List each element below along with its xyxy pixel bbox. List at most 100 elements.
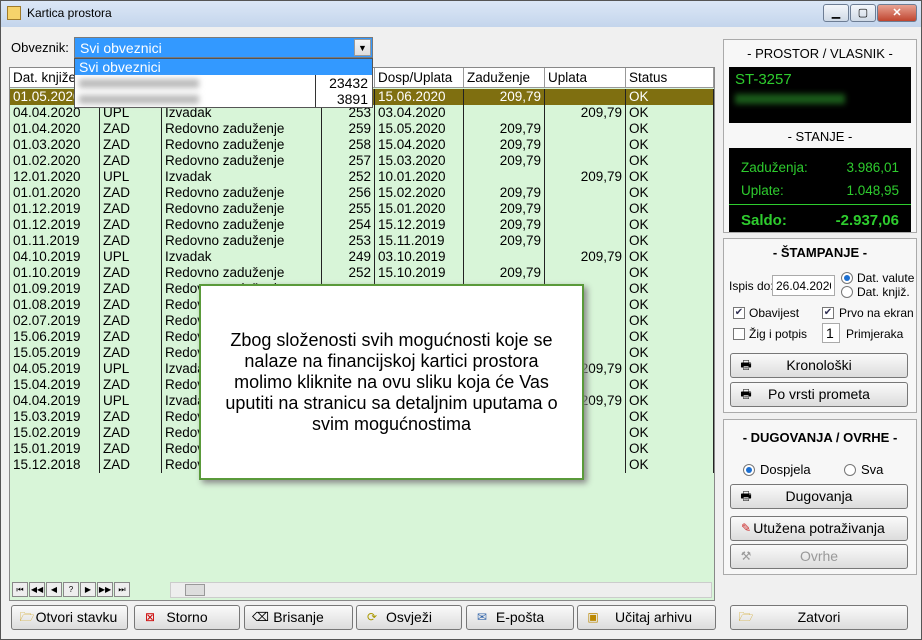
ovrhe-button[interactable]: ⚒ Ovrhe <box>730 544 908 569</box>
table-cell: OK <box>626 121 714 137</box>
table-cell: OK <box>626 393 714 409</box>
table-cell: 01.08.2019 <box>10 297 100 313</box>
table-cell: 255 <box>322 201 375 217</box>
table-cell: 15.03.2019 <box>10 409 100 425</box>
nav-button[interactable]: ◀ <box>46 582 62 597</box>
table-cell <box>545 185 626 201</box>
table-row[interactable]: 04.10.2019 UPL Izvadak 249 03.10.2019 209,79 O… <box>10 249 714 265</box>
copies-stepper[interactable] <box>822 323 840 343</box>
table-cell <box>545 137 626 153</box>
table-cell: 209,79 <box>464 185 545 201</box>
sva-label: Sva <box>861 462 884 477</box>
table-cell: OK <box>626 441 714 457</box>
nav-button[interactable]: ▶ <box>80 582 96 597</box>
dugovanja-button[interactable]: 🖶 Dugovanja <box>730 484 908 509</box>
table-cell <box>545 89 626 105</box>
po-vrsti-prometa-button[interactable]: 🖶 Po vrsti prometa <box>730 382 908 407</box>
dugovanja-panel: - DUGOVANJA / OVRHE - Dospjela Sva 🖶 Dugo… <box>723 419 917 575</box>
table-cell: OK <box>626 425 714 441</box>
zatvori-button[interactable]: 🗁 Zatvori <box>730 605 908 630</box>
table-cell: ZAD <box>100 201 162 217</box>
horizontal-scrollbar[interactable] <box>170 582 712 598</box>
maximize-button[interactable]: ▢ <box>850 4 876 22</box>
cancel-icon: ⊠ <box>144 610 156 624</box>
obveznik-value: Svi obveznici <box>80 40 162 56</box>
e-posta-button[interactable]: ✉ E-pošta <box>466 605 574 630</box>
dospjela-radio[interactable] <box>743 464 755 476</box>
table-cell: Redovno zaduženje <box>162 185 322 201</box>
table-cell: ZAD <box>100 233 162 249</box>
ispis-date-input[interactable] <box>772 275 835 296</box>
nav-button[interactable]: ⏮ <box>12 582 28 597</box>
uplate-label: Uplate: <box>741 183 784 198</box>
osvjezi-button[interactable]: ⟳ Osvježi <box>356 605 462 630</box>
nav-button[interactable]: ⏭ <box>114 582 130 597</box>
nav-button[interactable]: ▶▶ <box>97 582 113 597</box>
close-button[interactable]: ✕ <box>877 4 917 22</box>
table-row[interactable]: 01.11.2019 ZAD Redovno zaduženje 253 15.11.2… <box>10 233 714 249</box>
table-cell: 15.10.2019 <box>375 265 464 281</box>
table-cell: 254 <box>322 217 375 233</box>
ucitaj-arhivu-button[interactable]: ▣ Učitaj arhivu <box>577 605 716 630</box>
brisanje-button[interactable]: ⌫ Brisanje <box>244 605 353 630</box>
help-overlay[interactable]: Zbog složenosti svih mogućnosti koje se … <box>199 284 584 480</box>
email-icon: ✉ <box>476 610 488 624</box>
table-cell: 15.01.2019 <box>10 441 100 457</box>
table-cell: 01.04.2020 <box>10 121 100 137</box>
table-cell: Izvadak <box>162 169 322 185</box>
kronoloski-button[interactable]: 🖶 Kronološki <box>730 353 908 378</box>
table-cell: 04.05.2019 <box>10 361 100 377</box>
table-cell: 209,79 <box>464 89 545 105</box>
sva-radio[interactable] <box>844 464 856 476</box>
chevron-down-icon[interactable]: ▼ <box>354 39 371 56</box>
table-cell: ZAD <box>100 265 162 281</box>
table-cell <box>464 249 545 265</box>
saldo-value: -2.937,06 <box>835 212 899 229</box>
dropdown-option[interactable]: 23432 <box>75 75 372 91</box>
utuzena-button[interactable]: ✎ Utužena potraživanja <box>730 516 908 541</box>
dat-knjiz-radio[interactable] <box>841 286 853 298</box>
prvo-na-ekran-checkbox[interactable]: ✔ <box>822 307 834 319</box>
table-row[interactable]: 01.10.2019 ZAD Redovno zaduženje 252 15.10.2… <box>10 265 714 281</box>
nav-button[interactable]: ◀◀ <box>29 582 45 597</box>
table-cell: 03.04.2020 <box>375 105 464 121</box>
dropdown-option[interactable]: 3891 <box>75 91 372 107</box>
table-cell: 04.04.2019 <box>10 393 100 409</box>
table-cell: 01.12.2019 <box>10 217 100 233</box>
column-header[interactable]: Dosp/Uplata <box>375 68 464 88</box>
table-cell: 01.02.2020 <box>10 153 100 169</box>
minimize-button[interactable]: ▁ <box>823 4 849 22</box>
obveznik-select[interactable]: Svi obveznici ▼ <box>74 37 373 58</box>
table-cell: OK <box>626 185 714 201</box>
table-cell: ZAD <box>100 329 162 345</box>
column-header[interactable]: Zaduženje <box>464 68 545 88</box>
table-cell: ZAD <box>100 137 162 153</box>
table-cell: OK <box>626 249 714 265</box>
table-row[interactable]: 12.01.2020 UPL Izvadak 252 10.01.2020 209,79 O… <box>10 169 714 185</box>
table-cell: 253 <box>322 233 375 249</box>
column-header[interactable]: Uplata <box>545 68 626 88</box>
table-cell <box>545 121 626 137</box>
column-header[interactable]: Status <box>626 68 714 88</box>
stampanje-title: - ŠTAMPANJE - <box>772 245 868 260</box>
table-cell: ZAD <box>100 121 162 137</box>
table-row[interactable]: 01.04.2020 ZAD Redovno zaduženje 259 15.05.2… <box>10 121 714 137</box>
dropdown-option[interactable]: Svi obveznici <box>75 59 372 75</box>
table-row[interactable]: 01.12.2019 ZAD Redovno zaduženje 254 15.12.2… <box>10 217 714 233</box>
storno-button[interactable]: ⊠ Storno <box>134 605 240 630</box>
table-row[interactable]: 01.03.2020 ZAD Redovno zaduženje 258 15.04.2… <box>10 137 714 153</box>
zig-checkbox[interactable] <box>733 328 745 340</box>
table-cell: Izvadak <box>162 249 322 265</box>
table-row[interactable]: 01.01.2020 ZAD Redovno zaduženje 256 15.02.2… <box>10 185 714 201</box>
table-row[interactable]: 01.02.2020 ZAD Redovno zaduženje 257 15.03.2… <box>10 153 714 169</box>
table-cell: OK <box>626 153 714 169</box>
table-row[interactable]: 01.12.2019 ZAD Redovno zaduženje 255 15.01.2… <box>10 201 714 217</box>
otvori-stavku-button[interactable]: 🗁 Otvori stavku <box>11 605 128 630</box>
nav-button[interactable]: ? <box>63 582 79 597</box>
table-cell: 03.10.2019 <box>375 249 464 265</box>
table-cell: OK <box>626 457 714 473</box>
table-cell: 257 <box>322 153 375 169</box>
dat-valute-radio[interactable] <box>841 272 853 284</box>
printer-icon: 🖶 <box>740 489 752 503</box>
obavijest-checkbox[interactable]: ✔ <box>733 307 745 319</box>
